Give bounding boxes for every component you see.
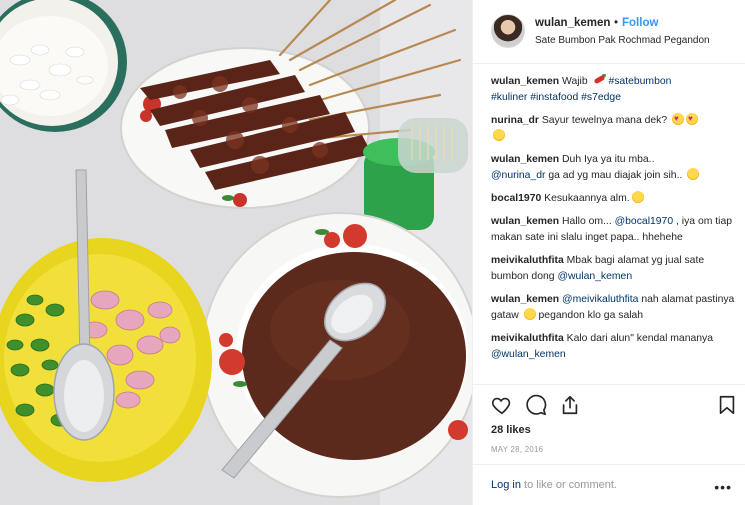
comment-username[interactable]: wulan_kemen xyxy=(491,154,559,165)
post-date: MAY 28, 2016 xyxy=(491,445,544,454)
caption-text: Wajib xyxy=(562,76,588,87)
list-item: wulan_kemen Duh Iya ya itu mba.. @nurina… xyxy=(491,152,736,184)
post-sidebar: wulan_kemen • Follow Sate Bumbon Pak Roc… xyxy=(472,0,745,505)
list-item: wulan_kemen @meivikaluthfita nah alamat … xyxy=(491,292,736,324)
comment-text: ga ad yg mau diajak join sih.. xyxy=(548,169,683,181)
food-photo xyxy=(0,0,472,505)
comment-username[interactable]: meivikaluthfita xyxy=(491,255,564,266)
comment-text: Kesukaannya alm. xyxy=(544,192,630,204)
comment-text: Kalo dari alun" kendal mananya xyxy=(566,333,714,345)
comment-username[interactable]: bocal1970 xyxy=(491,193,541,204)
comments-list: wulan_kemen Wajib #satebumbon #kuliner #… xyxy=(491,74,736,370)
caption-hashtags[interactable]: #kuliner #instafood #s7edge xyxy=(491,92,621,103)
caption: wulan_kemen Wajib #satebumbon #kuliner #… xyxy=(491,74,736,106)
share-icon[interactable] xyxy=(559,394,581,416)
list-item: bocal1970 Kesukaannya alm. xyxy=(491,190,736,207)
heart-eyes-emoji-icon xyxy=(686,111,699,127)
chili-emoji-icon xyxy=(593,74,606,86)
comment-mention[interactable]: @wulan_kemen xyxy=(557,271,632,282)
post-photo[interactable] xyxy=(0,0,472,505)
post-actions: 28 likes MAY 28, 2016 Log in to like or … xyxy=(473,384,745,505)
comment-icon[interactable] xyxy=(525,394,547,416)
caption-username[interactable]: wulan_kemen xyxy=(491,76,559,87)
post-username[interactable]: wulan_kemen xyxy=(535,17,610,29)
follow-button[interactable]: Follow xyxy=(622,17,658,29)
list-item: wulan_kemen Hallo om... @bocal1970 , iya… xyxy=(491,214,736,246)
comment-username[interactable]: meivikaluthfita xyxy=(491,333,564,344)
comment-text: Sayur tewelnya mana dek? xyxy=(541,114,668,126)
post-header: wulan_kemen • Follow Sate Bumbon Pak Roc… xyxy=(473,0,745,64)
login-prompt-text: to like or comment. xyxy=(520,479,617,491)
comment-text: Hallo om... xyxy=(562,216,612,228)
comment-text: pegandon klo ga salah xyxy=(538,309,644,321)
likes-count[interactable]: 28 likes xyxy=(491,424,531,436)
comment-mention[interactable]: @meivikaluthfita xyxy=(562,294,638,305)
grin-emoji-icon xyxy=(493,128,505,141)
comment-text: Duh Iya ya itu mba.. xyxy=(562,153,655,165)
comment-mention[interactable]: @bocal1970 xyxy=(615,216,674,227)
login-prompt: Log in to like or comment. xyxy=(491,479,617,491)
heart-icon[interactable] xyxy=(491,394,513,416)
bookmark-icon[interactable] xyxy=(716,394,738,416)
worried-emoji-icon xyxy=(523,307,536,320)
grin-emoji-icon xyxy=(687,167,700,180)
login-bar: Log in to like or comment. ••• xyxy=(473,464,745,505)
list-item: meivikaluthfita Kalo dari alun" kendal m… xyxy=(491,331,736,363)
list-item: nurina_dr Sayur tewelnya mana dek? xyxy=(491,111,736,145)
comment-username[interactable]: wulan_kemen xyxy=(491,216,559,227)
comment-username[interactable]: nurina_dr xyxy=(491,115,539,126)
comment-mention[interactable]: @nurina_dr xyxy=(491,170,545,181)
avatar[interactable] xyxy=(491,14,525,48)
list-item: meivikaluthfita Mbak bagi alamat yg jual… xyxy=(491,253,736,285)
comment-mention[interactable]: @wulan_kemen xyxy=(491,349,566,360)
grimace-emoji-icon xyxy=(631,190,644,203)
more-options-icon[interactable]: ••• xyxy=(714,479,732,495)
comment-username[interactable]: wulan_kemen xyxy=(491,294,559,305)
post-location[interactable]: Sate Bumbon Pak Rochmad Pegandon xyxy=(535,35,710,46)
login-link[interactable]: Log in xyxy=(491,479,521,491)
heart-eyes-emoji-icon xyxy=(672,111,685,127)
separator-dot: • xyxy=(614,17,619,29)
caption-hashtag[interactable]: #satebumbon xyxy=(608,76,671,87)
